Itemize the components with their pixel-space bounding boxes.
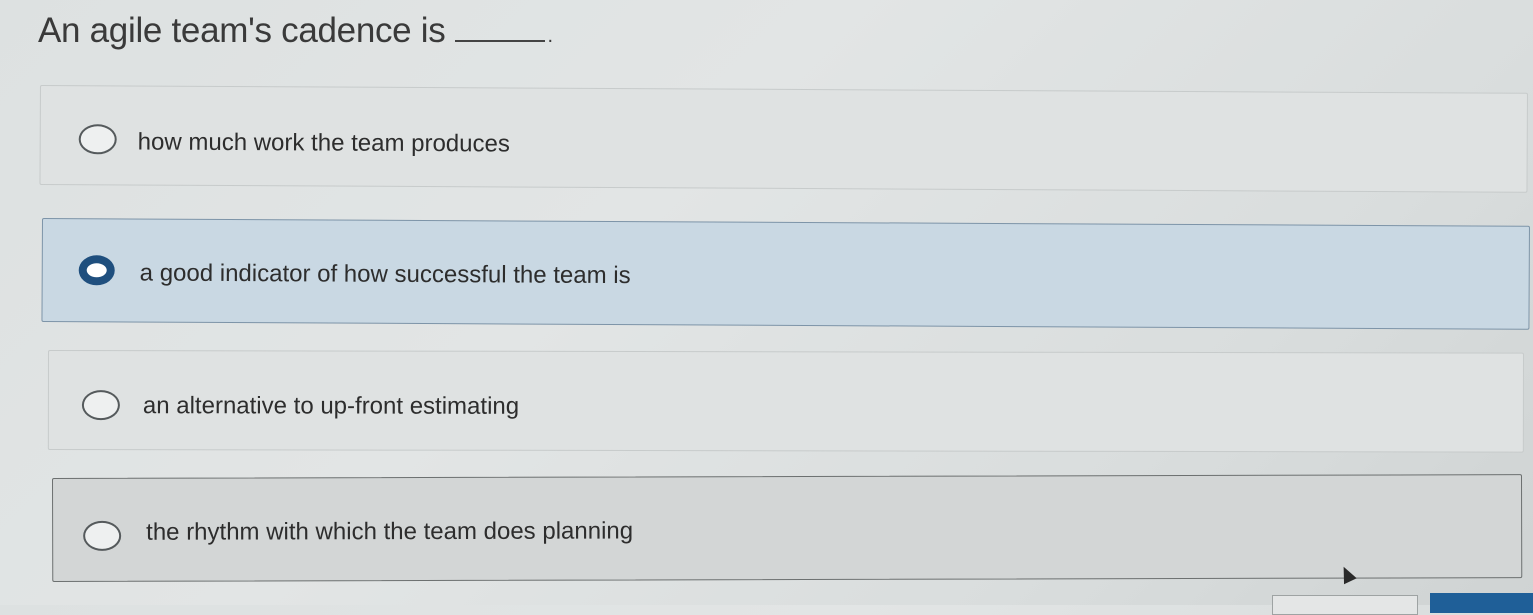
answer-option-4[interactable]: the rhythm with which the team does plan… <box>52 474 1523 582</box>
question-period: . <box>547 25 553 47</box>
question-text: An agile team's cadence is. <box>38 10 553 51</box>
answer-option-2-selected[interactable]: a good indicator of how successful the t… <box>41 218 1530 330</box>
question-stem: An agile team's cadence is <box>38 11 446 50</box>
answer-option-1[interactable]: how much work the team produces <box>39 85 1528 193</box>
answer-blank <box>455 10 546 42</box>
answer-option-3[interactable]: an alternative to up-front estimating <box>47 350 1524 453</box>
answer-option-label: how much work the team produces <box>137 128 510 158</box>
secondary-button[interactable] <box>1272 595 1418 615</box>
answer-option-label: an alternative to up-front estimating <box>142 392 520 420</box>
radio-button-icon[interactable] <box>78 124 117 155</box>
radio-button-selected-icon[interactable] <box>78 255 115 286</box>
primary-button[interactable] <box>1430 593 1533 613</box>
answer-option-label: a good indicator of how successful the t… <box>139 259 631 290</box>
radio-button-icon[interactable] <box>83 520 122 551</box>
answer-option-label: the rhythm with which the team does plan… <box>146 517 634 546</box>
radio-button-icon[interactable] <box>81 390 120 421</box>
